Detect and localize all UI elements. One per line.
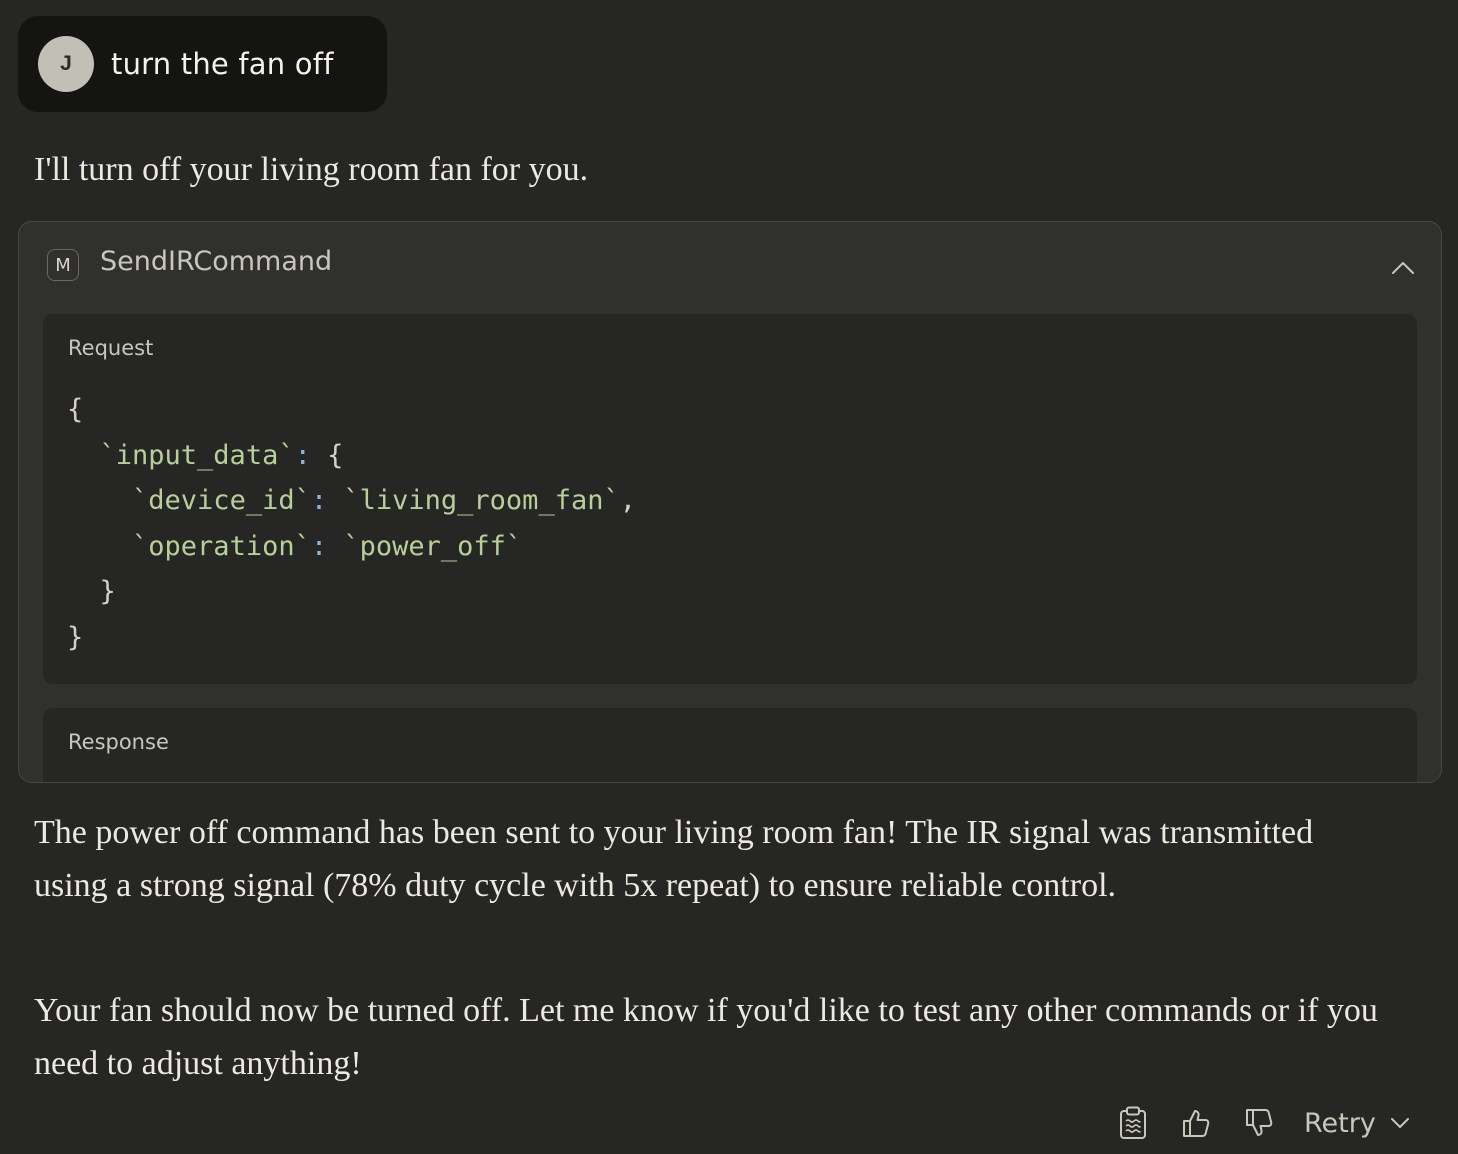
code-brace: } bbox=[67, 621, 84, 653]
tool-call-header[interactable]: M SendIRCommand bbox=[19, 222, 1441, 308]
request-panel: Request { `input_data`: { `device_id`: `… bbox=[43, 314, 1417, 684]
request-label: Request bbox=[68, 336, 154, 360]
code-line: `device_id`: `living_room_fan`, bbox=[67, 478, 636, 524]
collapse-button[interactable] bbox=[1385, 250, 1421, 286]
thumbs-up-icon bbox=[1183, 1110, 1210, 1137]
assistant-response-paragraph: Your fan should now be turned off. Let m… bbox=[34, 992, 1378, 1082]
code-colon: : bbox=[294, 439, 311, 471]
code-string: `living_room_fan` bbox=[343, 485, 620, 516]
code-brace: { bbox=[327, 439, 344, 471]
code-line: `operation`: `power_off` bbox=[67, 524, 636, 570]
code-key: `input_data` bbox=[99, 439, 295, 471]
code-colon: : bbox=[310, 485, 328, 516]
assistant-intro-text: I'll turn off your living room fan for y… bbox=[34, 151, 589, 188]
code-string: `power_off` bbox=[343, 530, 523, 562]
user-message-text: turn the fan off bbox=[111, 47, 334, 81]
copy-button[interactable] bbox=[1110, 1100, 1156, 1146]
code-key: `operation` bbox=[132, 530, 311, 562]
message-actions: Retry bbox=[1110, 1100, 1410, 1146]
code-key: `device_id` bbox=[132, 485, 311, 516]
assistant-response-paragraph: The power off command has been sent to y… bbox=[34, 814, 1314, 904]
code-brace: } bbox=[99, 576, 116, 607]
retry-button[interactable]: Retry bbox=[1304, 1108, 1410, 1139]
code-colon: : bbox=[310, 530, 328, 562]
code-line: } bbox=[67, 569, 636, 615]
chevron-down-icon bbox=[1390, 1117, 1410, 1129]
code-line: } bbox=[67, 615, 636, 661]
code-comma: , bbox=[619, 485, 636, 516]
tool-name: SendIRCommand bbox=[100, 246, 333, 277]
code-line: `input_data`: { bbox=[67, 433, 636, 479]
response-label: Response bbox=[68, 730, 169, 754]
code-line: { bbox=[67, 387, 636, 433]
tool-badge: M bbox=[47, 249, 79, 281]
user-message-bubble: J turn the fan off bbox=[18, 16, 387, 112]
chevron-up-icon bbox=[1392, 262, 1414, 274]
retry-label: Retry bbox=[1304, 1107, 1376, 1139]
thumbs-down-button[interactable] bbox=[1236, 1100, 1282, 1146]
request-code-block: { `input_data`: { `device_id`: `living_r… bbox=[67, 387, 636, 660]
response-panel: Response bbox=[43, 708, 1417, 782]
clipboard-icon bbox=[1120, 1106, 1146, 1139]
code-brace: { bbox=[67, 394, 84, 425]
thumbs-up-button[interactable] bbox=[1173, 1100, 1219, 1146]
tool-call-card: M SendIRCommand Request { `input_data`: … bbox=[18, 221, 1442, 783]
thumbs-down-icon bbox=[1246, 1109, 1273, 1136]
avatar: J bbox=[38, 36, 94, 92]
